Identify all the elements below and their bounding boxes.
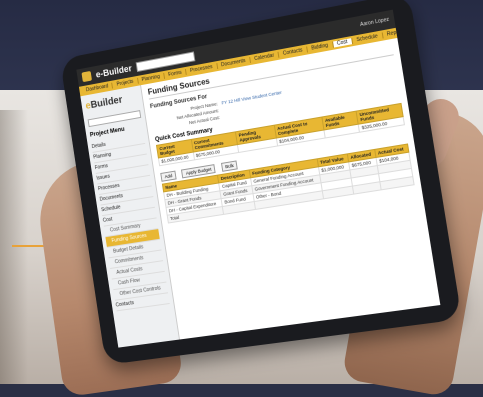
sidebar-brand-builder: Builder xyxy=(89,94,124,111)
e-builder-logo-icon xyxy=(81,70,93,83)
nav-item[interactable]: Reports xyxy=(382,27,411,39)
user-name[interactable]: Aaron Lopez xyxy=(360,17,390,28)
bulk-button[interactable]: Bulk xyxy=(220,160,239,172)
add-button[interactable]: Add xyxy=(160,170,177,182)
tablet-device: e-Builder Aaron Lopez Dashboard Projects… xyxy=(59,0,462,365)
tablet-screen: e-Builder Aaron Lopez Dashboard Projects… xyxy=(76,9,441,348)
main-content: Funding Sources Funding Sources For Proj… xyxy=(141,38,440,340)
background-shadow xyxy=(0,110,28,384)
sidebar-brand: eBuilder xyxy=(85,92,139,112)
